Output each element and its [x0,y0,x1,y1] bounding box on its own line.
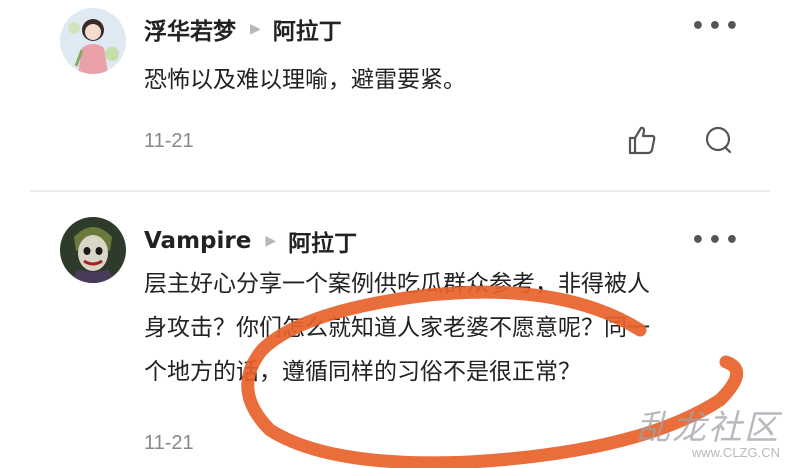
comment-bubble-icon[interactable] [702,124,734,156]
comment-text: 恐怖以及难以理喻，避雷要紧。 [144,67,466,93]
more-icon[interactable]: ••• [691,14,742,39]
watermark: 乱龙社区 www.CLZG.CN [636,400,780,460]
thumbs-up-icon[interactable] [626,124,658,156]
comment-text-line: 层主好心分享一个案例供吃瓜群众参考，非得被人 [144,271,650,297]
avatar[interactable] [60,8,126,74]
comment-date: 11-21 [144,432,194,454]
comment-header: Vampire ▶ 阿拉丁 [144,224,357,258]
reply-to-name[interactable]: 阿拉丁 [288,224,357,258]
comment-item: 浮华若梦 ▶ 阿拉丁 ••• 恐怖以及难以理喻，避雷要紧。 11-21 [0,0,800,190]
reply-arrow-icon: ▶ [250,21,261,37]
avatar[interactable] [60,217,126,283]
reply-arrow-icon: ▶ [265,233,277,249]
watermark-logo: 乱龙社区 [636,408,780,448]
comment-date: 11-21 [144,130,194,152]
comment-text-line: 身攻击？你们怎么就知道人家老婆不愿意呢？同一 [144,315,650,341]
more-icon[interactable]: ••• [691,228,742,253]
comment-text: 层主好心分享一个案例供吃瓜群众参考，非得被人 身攻击？你们怎么就知道人家老婆不愿… [144,262,744,394]
comment-text-line: 个地方的话，遵循同样的习俗不是很正常？ [144,359,581,385]
author-name[interactable]: Vampire [144,228,251,254]
comment-header: 浮华若梦 ▶ 阿拉丁 [144,12,342,46]
author-name[interactable]: 浮华若梦 [144,12,236,46]
reply-to-name[interactable]: 阿拉丁 [273,12,342,46]
